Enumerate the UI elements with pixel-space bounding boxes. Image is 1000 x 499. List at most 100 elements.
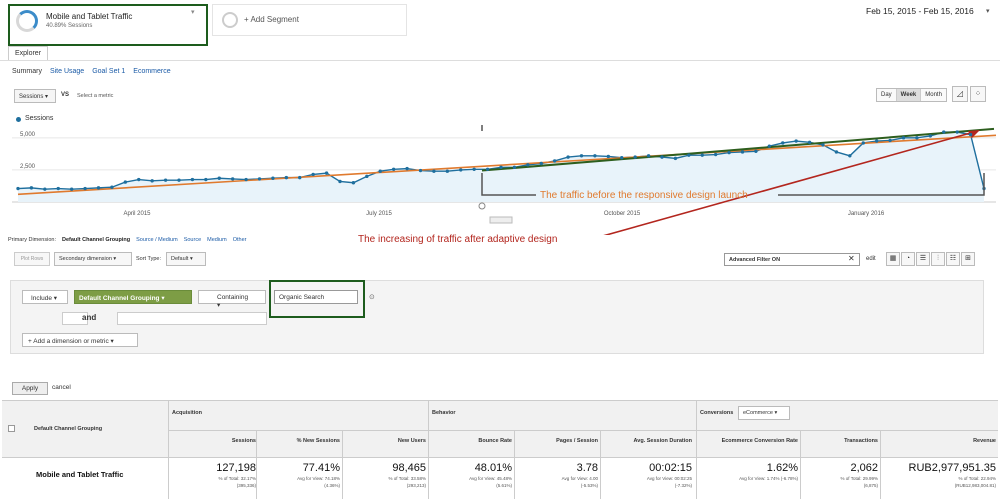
data-point xyxy=(338,179,342,184)
dimension-source[interactable]: Source xyxy=(184,237,201,243)
chevron-down-icon[interactable]: ▾ xyxy=(986,7,990,15)
column-header-transactions[interactable]: Transactions xyxy=(802,438,878,444)
secondary-dimension-select[interactable]: Secondary dimension ▾ xyxy=(54,252,132,266)
advanced-filter-field[interactable]: Advanced Filter ON xyxy=(724,253,860,266)
match-type-select[interactable]: Containing ▾ xyxy=(198,290,266,309)
remove-condition-icon[interactable]: ⊙ xyxy=(369,293,375,301)
segment-card-mobile-tablet[interactable] xyxy=(8,4,208,46)
data-point xyxy=(459,168,463,172)
column-header-pct-new-sessions[interactable]: % New Sessions xyxy=(258,438,340,444)
select-metric-link[interactable]: Select a metric xyxy=(77,93,113,99)
data-point xyxy=(391,167,396,171)
subtab-site-usage[interactable]: Site Usage xyxy=(50,68,84,75)
data-point xyxy=(230,177,235,181)
data-point xyxy=(485,167,490,171)
data-point xyxy=(727,150,731,155)
value-avg-session-duration: 00:02:15 xyxy=(649,462,692,474)
sub-pages-per-session-2: (-5.53%) xyxy=(580,483,598,488)
data-point xyxy=(526,163,530,167)
column-header-new-users[interactable]: New Users xyxy=(344,438,426,444)
metric-select-label: Sessions xyxy=(19,94,44,100)
plot-rows-button[interactable]: Plot Rows xyxy=(14,252,50,266)
apply-button[interactable]: Apply xyxy=(12,382,48,395)
add-segment-button[interactable]: + Add Segment xyxy=(244,15,299,24)
row-name[interactable]: Mobile and Tablet Traffic xyxy=(36,470,123,479)
match-type-label: Containing xyxy=(217,294,249,301)
close-icon[interactable]: ✕ xyxy=(848,254,855,263)
group-behavior: Behavior xyxy=(432,410,456,416)
data-point xyxy=(566,155,570,159)
subtab-goal-set-1[interactable]: Goal Set 1 xyxy=(92,68,125,75)
data-point xyxy=(96,186,101,190)
column-header-avg-session-duration[interactable]: Avg. Session Duration xyxy=(602,438,692,444)
and-label: and xyxy=(82,313,97,322)
data-point xyxy=(700,153,704,157)
column-header-revenue[interactable]: Revenue xyxy=(882,438,996,444)
pie-view-icon[interactable]: ◔ xyxy=(901,252,915,266)
data-point xyxy=(512,165,517,170)
data-point xyxy=(150,179,154,183)
subtab-ecommerce[interactable]: Ecommerce xyxy=(133,68,170,75)
column-header-ecommerce-conversion-rate[interactable]: Ecommerce Conversion Rate xyxy=(698,438,798,444)
add-segment-card[interactable] xyxy=(212,4,407,36)
conversions-select[interactable]: eCommerce ▾ xyxy=(738,406,790,420)
column-header-pages-per-session[interactable]: Pages / Session xyxy=(516,438,598,444)
data-point xyxy=(177,178,181,182)
tab-divider xyxy=(0,60,1000,61)
dimension-other[interactable]: Other xyxy=(233,237,247,243)
data-point xyxy=(83,186,87,191)
column-header-bounce-rate[interactable]: Bounce Rate xyxy=(430,438,512,444)
data-point xyxy=(673,156,678,161)
line-chart-icon[interactable]: ◿ xyxy=(952,86,968,102)
data-table-icon[interactable]: ▦ xyxy=(886,252,900,266)
value-pages-per-session: 3.78 xyxy=(576,462,598,474)
metric-select[interactable]: Sessions ▾ xyxy=(14,89,56,103)
data-point xyxy=(848,154,852,158)
add-dimension-label: + Add a dimension or metric xyxy=(28,338,109,345)
column-header-sessions[interactable]: Sessions xyxy=(170,438,256,444)
comparison-view-icon[interactable]: ⫶ xyxy=(931,252,945,266)
term-cloud-icon[interactable]: ☷ xyxy=(946,252,960,266)
data-point xyxy=(901,136,906,140)
data-point xyxy=(123,180,128,184)
primary-dimension-label: Primary Dimension: xyxy=(8,237,56,243)
data-point xyxy=(713,152,718,157)
period-month-button[interactable]: Month xyxy=(921,89,946,101)
add-dimension-button[interactable]: + Add a dimension or metric ▾ xyxy=(22,333,138,347)
dimension-medium[interactable]: Medium xyxy=(207,237,227,243)
sort-type-select[interactable]: Default ▾ xyxy=(166,252,206,266)
subtab-summary[interactable]: Summary xyxy=(12,68,42,75)
data-point xyxy=(593,154,597,158)
data-point xyxy=(606,154,611,159)
dimension-source-medium[interactable]: Source / Medium xyxy=(136,237,178,243)
sub-revenue-1: % of Total: 22.94% xyxy=(958,476,996,481)
period-day-button[interactable]: Day xyxy=(877,89,897,101)
group-conversions: Conversions xyxy=(700,410,734,416)
column-header-channel[interactable]: Default Channel Grouping xyxy=(34,426,102,432)
include-select[interactable]: Include ▾ xyxy=(22,290,68,304)
data-point xyxy=(767,144,772,148)
cancel-link[interactable]: cancel xyxy=(52,384,71,391)
performance-view-icon[interactable]: ☰ xyxy=(916,252,930,266)
pivot-view-icon[interactable]: ⊞ xyxy=(961,252,975,266)
table-view-toggle: ▦ ◔ ☰ ⫶ ☷ ⊞ xyxy=(886,252,975,266)
legend-marker xyxy=(16,117,21,122)
data-point xyxy=(137,177,141,182)
edit-filter-link[interactable]: edit xyxy=(866,256,876,262)
filter-dimension-select[interactable]: Default Channel Grouping ▾ xyxy=(74,290,192,304)
data-point xyxy=(298,175,302,180)
period-week-button[interactable]: Week xyxy=(896,89,922,101)
date-range-picker[interactable]: Feb 15, 2015 - Feb 15, 2016 xyxy=(866,6,974,16)
dimension-default-channel-grouping[interactable]: Default Channel Grouping xyxy=(62,237,130,243)
sub-pages-per-session-1: Avg for View: 4.00 xyxy=(561,476,598,481)
filter-value-input[interactable]: Organic Search xyxy=(274,290,358,304)
value-ecommerce-conversion-rate: 1.62% xyxy=(766,462,798,474)
chevron-down-icon[interactable]: ▾ xyxy=(191,8,195,16)
y-tick-label: 2,500 xyxy=(20,164,36,170)
tab-explorer[interactable]: Explorer xyxy=(8,46,48,60)
motion-chart-icon[interactable]: ⁘ xyxy=(970,86,986,102)
secondary-dimension-label: Secondary dimension xyxy=(59,256,112,262)
select-all-checkbox[interactable] xyxy=(8,425,15,432)
data-point xyxy=(29,186,34,190)
value-pct-new-sessions: 77.41% xyxy=(302,462,340,474)
